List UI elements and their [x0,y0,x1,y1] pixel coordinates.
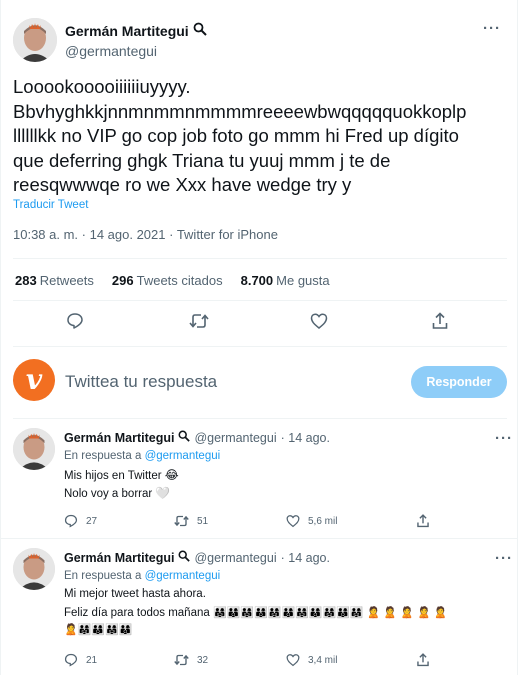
reply-composer: v Twittea tu respuesta Responder [1,354,518,410]
share-icon[interactable] [431,312,449,335]
in-reply-to: En respuesta a @germantegui [64,450,220,462]
tweet-stats: 283 Retweets 296 Tweets citados 8.700 Me gu… [15,273,330,288]
reply-date[interactable]: · 14 ago. [281,431,330,445]
reply-action[interactable]: 27 [64,514,97,528]
tweet-text-line: Bbvhyghkkjnnmnmmnmmmmreeeewbwqqqqquokkop… [13,100,467,122]
more-icon[interactable]: ··· [483,20,501,37]
reply-prefix: En respuesta a [64,570,142,582]
like-count: 5,6 mil [308,515,338,527]
quotes-label: Tweets citados [136,273,223,288]
reply-input[interactable]: Twittea tu respuesta [65,372,217,392]
share-icon[interactable] [416,653,430,667]
reply-text-line: Feliz día para todos mañana 👨‍👩‍👧👨‍👩‍👦👨‍… [64,606,447,620]
reply-count: 27 [86,515,98,527]
divider [13,418,507,419]
tweet-text-line: Looookooooiiiiiiuyyyy. [13,76,191,97]
family-emoji-row: 👨‍👩‍👧👨‍👩‍👦👨‍👩‍👧👨‍👩‍👦👨‍👩‍👧👨‍👩‍👦👨‍👩‍👧👨‍👩‍👦… [212,607,448,619]
divider [1,538,518,539]
author-name-line[interactable]: Germán Martitegui [65,22,207,39]
retweet-count: 32 [197,654,209,666]
retweet-action[interactable]: 51 [174,514,208,528]
divider [13,346,507,347]
reply-icon[interactable] [66,312,84,335]
reply-text: Feliz día para todos mañana [64,607,210,619]
main-tweet-header: Germán Martitegui @germantegui ··· [13,14,507,64]
retweet-icon [174,515,189,527]
heart-emoji: 🤍 [155,486,171,500]
retweets-stat[interactable]: 283 Retweets [15,273,94,288]
reply-to-link[interactable]: @germantegui [145,570,221,582]
reply-to-link[interactable]: @germantegui [145,450,221,462]
like-count: 3,4 mil [308,654,338,666]
reply-actions: 27 51 5,6 mil [64,514,504,532]
reply-header: Germán Martitegui @germantegui · 14 ago. [64,430,330,445]
likes-stat[interactable]: 8.700 Me gusta [241,273,330,288]
tweet-text-line: reesqwwwqe ro we Xxx have wedge try y [13,174,352,195]
laughing-emoji: 😂 [164,468,179,482]
more-icon[interactable]: ··· [495,550,513,567]
magnifier-icon [193,22,207,39]
account-logo[interactable]: v [13,359,55,401]
author-name[interactable]: Germán Martitegui [64,551,174,565]
tweet-timestamp[interactable]: 10:38 a. m. · 14 ago. 2021 · Twitter for… [13,227,278,242]
reply-date[interactable]: · 14 ago. [281,551,330,565]
family-emoji-row: 🙎👨‍👩‍👧👨‍👩‍👦👨‍👩‍👧👨‍👩‍👦 [64,624,133,636]
divider [13,258,507,259]
reply-text-line: 🙎👨‍👩‍👧👨‍👩‍👦👨‍👩‍👧👨‍👩‍👦 [64,623,132,637]
reply-prefix: En respuesta a [64,450,142,462]
retweet-icon[interactable] [189,312,209,335]
reply-text: Mis hijos en Twitter [64,470,162,482]
reply-action[interactable]: 21 [64,653,97,667]
reply-text: Mi mejor tweet hasta ahora. [64,588,206,600]
like-action[interactable]: 3,4 mil [286,653,337,667]
tweet-text: Looookooooiiiiiiuyyyy. Bbvhyghkkjnnmnmmn… [13,75,513,198]
reply-text-line: Mis hijos en Twitter 😂 [64,468,179,482]
reply-header: Germán Martitegui @germantegui · 14 ago. [64,550,330,565]
divider [13,300,507,301]
avatar[interactable] [13,428,55,470]
retweet-icon [174,654,189,666]
reply-actions: 21 32 3,4 mil [64,653,504,671]
quotes-count: 296 [111,273,134,288]
quotes-stat[interactable]: 296 Tweets citados [112,273,223,288]
avatar[interactable] [13,18,57,62]
avatar[interactable] [13,548,55,590]
heart-icon[interactable] [310,312,328,335]
retweet-count: 51 [197,515,209,527]
like-action[interactable]: 5,6 mil [286,514,337,528]
author-handle[interactable]: @germantegui [194,431,276,445]
magnifier-icon [178,430,191,445]
reply-icon [64,653,78,667]
tweet-text-line: llllllkk no VIP go cop job foto go mmm h… [13,125,459,146]
tweet-actions [13,312,507,336]
reply-text-line: Nolo voy a borrar 🤍 [64,486,170,500]
author-handle[interactable]: @germantegui [194,551,276,565]
in-reply-to: En respuesta a @germantegui [64,570,220,582]
heart-icon [286,654,300,667]
author-name[interactable]: Germán Martitegui [65,23,189,39]
reply-icon [64,514,78,528]
likes-count: 8.700 [240,273,274,288]
reply-text: Nolo voy a borrar [64,488,153,500]
tweet-text-line: que deferring ghgk Triana tu yuuj mmm j … [13,149,391,171]
more-icon[interactable]: ··· [495,430,513,447]
author-handle[interactable]: @germantegui [65,43,157,59]
reply-button[interactable]: Responder [411,366,507,398]
translate-link[interactable]: Traducir Tweet [13,199,88,211]
share-icon[interactable] [416,514,430,528]
retweet-action[interactable]: 32 [174,653,208,667]
retweets-label: Retweets [39,273,94,288]
magnifier-icon [178,550,191,565]
heart-icon [286,515,300,528]
tweet-thread: Germán Martitegui @germantegui ··· Loooo… [0,0,518,675]
retweets-count: 283 [15,273,37,288]
reply-count: 21 [86,654,98,666]
likes-label: Me gusta [276,273,330,288]
author-name[interactable]: Germán Martitegui [64,431,174,445]
